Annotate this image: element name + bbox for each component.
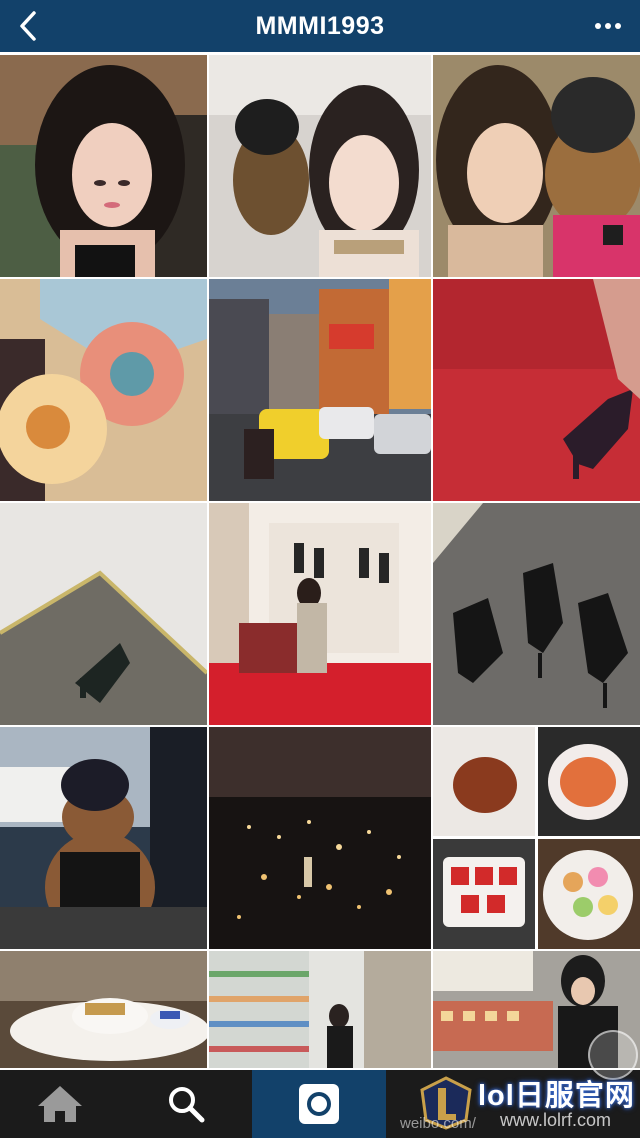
photo-bangkok-street-taxi (209, 279, 431, 501)
photo-tile-teddy-bear-in-window[interactable] (0, 727, 207, 949)
photo-felt-flowers (0, 279, 207, 501)
watermark-weibo-text: weibo.com/ (400, 1115, 476, 1132)
watermark-brand-text: lol日服官网 (478, 1080, 635, 1112)
chevron-left-icon (20, 11, 36, 41)
photo-tile-woman-in-shoe-boutique[interactable] (209, 503, 431, 725)
more-horizontal-icon (595, 23, 621, 29)
photo-tile-woman-hugging-teddy-bear[interactable] (433, 55, 640, 277)
home-icon (38, 1086, 82, 1122)
tab-search[interactable] (122, 1070, 250, 1138)
back-button[interactable] (6, 2, 50, 50)
photo-selfie-woman-cafe (0, 55, 207, 277)
photo-woman-hugging-teddy-bear (433, 55, 640, 277)
more-options-button[interactable] (586, 2, 630, 50)
photo-food-collage (433, 727, 640, 949)
photo-heel-on-tile-floor (0, 503, 207, 725)
photo-tile-red-carpet-studded-heel[interactable] (433, 279, 640, 501)
photo-selfie-with-teddy-bear (209, 55, 431, 277)
photo-tile-city-night-view[interactable] (209, 727, 431, 949)
photo-black-strappy-heels (433, 503, 640, 725)
photo-red-carpet-studded-heel (433, 279, 640, 501)
photo-tile-selfie-with-teddy-bear[interactable] (209, 55, 431, 277)
camera-icon (299, 1084, 339, 1124)
photo-grid (0, 55, 640, 1068)
photo-tile-cafe-table-snacks[interactable] (0, 951, 207, 1068)
photo-teddy-bear-in-window (0, 727, 207, 949)
search-icon (169, 1087, 205, 1123)
photo-cafe-table-snacks (0, 951, 207, 1068)
tab-camera[interactable] (252, 1070, 386, 1138)
photo-tile-food-collage[interactable] (433, 727, 640, 949)
photo-tile-heel-on-tile-floor[interactable] (0, 503, 207, 725)
photo-pharmacy-shelves (209, 951, 431, 1068)
photo-tile-felt-flowers[interactable] (0, 279, 207, 501)
photo-woman-in-shoe-boutique (209, 503, 431, 725)
profile-photo-grid-screen: MMMI1993 lol日服官网 weibo.com/ www.lolrf.co… (0, 0, 640, 1138)
photo-tile-selfie-woman-cafe[interactable] (0, 55, 207, 277)
photo-tile-pharmacy-shelves[interactable] (209, 951, 431, 1068)
photo-tile-bangkok-street-taxi[interactable] (209, 279, 431, 501)
photo-tile-black-strappy-heels[interactable] (433, 503, 640, 725)
profile-username: MMMI1993 (255, 12, 385, 40)
photo-city-night-view (209, 727, 431, 949)
tab-home[interactable] (0, 1070, 120, 1138)
top-bar: MMMI1993 (0, 0, 640, 52)
watermark-url-text: www.lolrf.com (500, 1110, 612, 1130)
